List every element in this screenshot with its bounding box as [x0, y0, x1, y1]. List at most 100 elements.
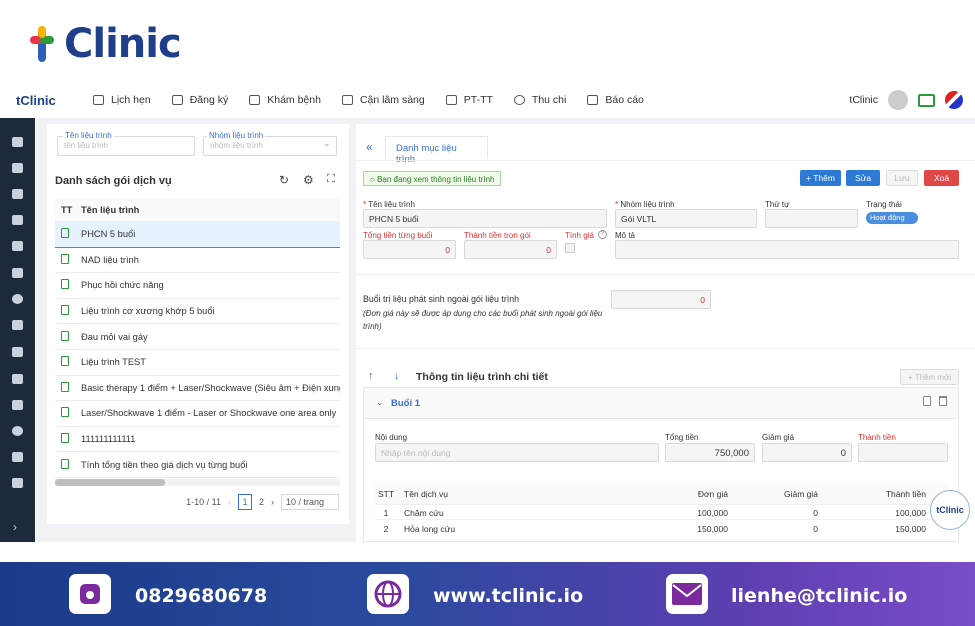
- table-row[interactable]: Tính tổng tiền theo giá dịch vụ từng buổ…: [55, 452, 340, 478]
- description-input[interactable]: [615, 240, 959, 259]
- table-row[interactable]: 111111111111: [55, 427, 340, 453]
- file-icon: [61, 381, 69, 392]
- content-label: Nội dung: [375, 433, 408, 442]
- table-row[interactable]: Laser/Shockwave 1 điểm - Laser or Shockw…: [55, 401, 340, 427]
- calendar-icon: [93, 95, 104, 105]
- order-input[interactable]: [765, 209, 858, 228]
- add-new-button[interactable]: + Thêm mới: [900, 369, 959, 385]
- document-icon[interactable]: [12, 189, 23, 199]
- extra-session-input[interactable]: 0: [611, 290, 711, 309]
- nav-item-paraclinical[interactable]: Cận lâm sàng: [341, 94, 425, 106]
- discount-input[interactable]: 0: [762, 443, 852, 462]
- fullscreen-icon[interactable]: ⛶: [327, 173, 335, 186]
- calendar-icon[interactable]: [12, 215, 23, 225]
- plus-square-icon: [171, 95, 183, 105]
- table-row[interactable]: Phục hồi chức năng: [55, 273, 340, 299]
- money-icon[interactable]: [12, 347, 23, 357]
- settings-icon[interactable]: [12, 452, 23, 462]
- id-card-icon[interactable]: [12, 163, 23, 173]
- nav-item-examination[interactable]: Khám bệnh: [249, 94, 321, 106]
- page-1[interactable]: 1: [237, 494, 252, 510]
- language-flag-icon[interactable]: [945, 91, 963, 109]
- page-size-select[interactable]: 10 / trang: [281, 494, 339, 510]
- total-package-input[interactable]: 0: [464, 240, 557, 259]
- group-label: Nhóm liệu trình: [615, 200, 674, 209]
- list-icon[interactable]: [12, 374, 23, 384]
- footer-phone[interactable]: 0829680678: [135, 585, 267, 607]
- table-row[interactable]: Liệu trình cơ xương khớp 5 buổi: [55, 299, 340, 325]
- total-input[interactable]: 750,000: [665, 443, 755, 462]
- collapse-icon[interactable]: «: [366, 140, 373, 154]
- flask-icon: [341, 95, 353, 105]
- sidebar: ›: [0, 118, 35, 542]
- table-row[interactable]: Basic therapy 1 điểm + Laser/Shockwave (…: [55, 376, 340, 402]
- monitor-icon[interactable]: [918, 93, 935, 107]
- help-icon[interactable]: [12, 294, 23, 304]
- group-select[interactable]: Gói VLTL: [615, 209, 757, 228]
- table-row[interactable]: PHCN 5 buổi: [55, 222, 340, 248]
- tab-package-catalog[interactable]: Danh mục liệu trình: [385, 136, 488, 165]
- status-toggle[interactable]: Hoạt động: [866, 212, 918, 224]
- file-icon: [61, 279, 69, 290]
- home-icon[interactable]: [12, 137, 23, 147]
- delete-button[interactable]: Xoá: [924, 170, 959, 186]
- nav-item-pt-tt[interactable]: PT-TT: [445, 94, 493, 106]
- add-button[interactable]: + Thêm: [800, 170, 841, 186]
- chat-widget-button[interactable]: tClinic: [930, 490, 970, 530]
- settings-icon[interactable]: ⚙: [303, 173, 314, 187]
- service-table-header: STT Tên dịch vụ Đơn giá Giảm giá Thành t…: [375, 483, 948, 505]
- horizontal-scrollbar[interactable]: [55, 479, 340, 486]
- arrow-up-icon[interactable]: ↑: [368, 370, 374, 382]
- total-each-input[interactable]: 0: [363, 240, 456, 259]
- chevron-down-icon[interactable]: ⌄: [376, 397, 384, 408]
- file-icon: [61, 305, 69, 316]
- scissors-icon: [445, 95, 457, 105]
- table-row[interactable]: 2 Hỏa long cứu 150,000 0 150,000: [375, 522, 948, 535]
- nav-item-appointments[interactable]: Lịch hẹn: [93, 94, 151, 106]
- content-input[interactable]: Nhập tên nội dung: [375, 443, 659, 462]
- footer-website[interactable]: www.tclinic.io: [433, 585, 583, 607]
- file-text-icon[interactable]: [12, 400, 23, 410]
- user-circle-icon[interactable]: [12, 426, 23, 436]
- package-list-panel: tên liệu trình Tên liệu trình nhóm liệu …: [47, 124, 349, 524]
- nav-item-register[interactable]: Đăng ký: [171, 94, 228, 106]
- table-row[interactable]: 1 Châm cứu 100,000 0 100,000: [375, 507, 948, 520]
- avatar[interactable]: [888, 90, 908, 110]
- mail-icon: [666, 574, 708, 614]
- prev-page-icon[interactable]: ‹: [228, 497, 231, 507]
- bar-chart-icon: [587, 95, 599, 105]
- edit-button[interactable]: Sửa: [846, 170, 880, 186]
- nav-item-cashflow[interactable]: Thu chi: [513, 94, 566, 106]
- next-page-icon[interactable]: ›: [271, 497, 274, 507]
- nav-brand[interactable]: tClinic: [16, 93, 78, 108]
- nav-item-reports[interactable]: Báo cáo: [587, 94, 644, 106]
- expand-chevron-icon[interactable]: ›: [13, 520, 17, 534]
- name-input[interactable]: PHCN 5 buổi: [363, 209, 607, 228]
- clipboard-icon: [249, 95, 261, 105]
- order-label: Thứ tự: [765, 200, 790, 209]
- copy-icon[interactable]: [923, 396, 931, 406]
- table-row[interactable]: Liệu trình TEST: [55, 350, 340, 376]
- calc-price-label: Tính giá: [565, 231, 594, 240]
- total-each-label: Tổng tiền từng buổi: [363, 231, 433, 240]
- table-row[interactable]: NAD liệu trình: [55, 248, 340, 274]
- trash-icon[interactable]: [939, 396, 947, 406]
- table-row[interactable]: Đau mỏi vai gáy: [55, 324, 340, 350]
- download-icon[interactable]: [12, 478, 23, 488]
- logo-mark-icon: [28, 24, 62, 64]
- refresh-icon[interactable]: ↻: [279, 173, 289, 187]
- filter-name-label: Tên liệu trình: [63, 131, 114, 140]
- page-2[interactable]: 2: [259, 497, 264, 507]
- discount-label: Giảm giá: [762, 433, 795, 442]
- save-button[interactable]: Lưu: [886, 170, 918, 186]
- calc-price-checkbox[interactable]: [565, 243, 575, 253]
- amount-input[interactable]: [858, 443, 948, 462]
- footer-email[interactable]: lienhe@tclinic.io: [731, 585, 907, 607]
- user-name[interactable]: tClinic: [849, 94, 878, 106]
- help-icon[interactable]: ?: [598, 230, 607, 239]
- arrow-down-icon[interactable]: ↓: [394, 370, 400, 382]
- phone-icon: [69, 574, 111, 614]
- table-icon[interactable]: [12, 241, 23, 251]
- contact-icon[interactable]: [12, 320, 23, 330]
- cloud-upload-icon[interactable]: [12, 268, 23, 278]
